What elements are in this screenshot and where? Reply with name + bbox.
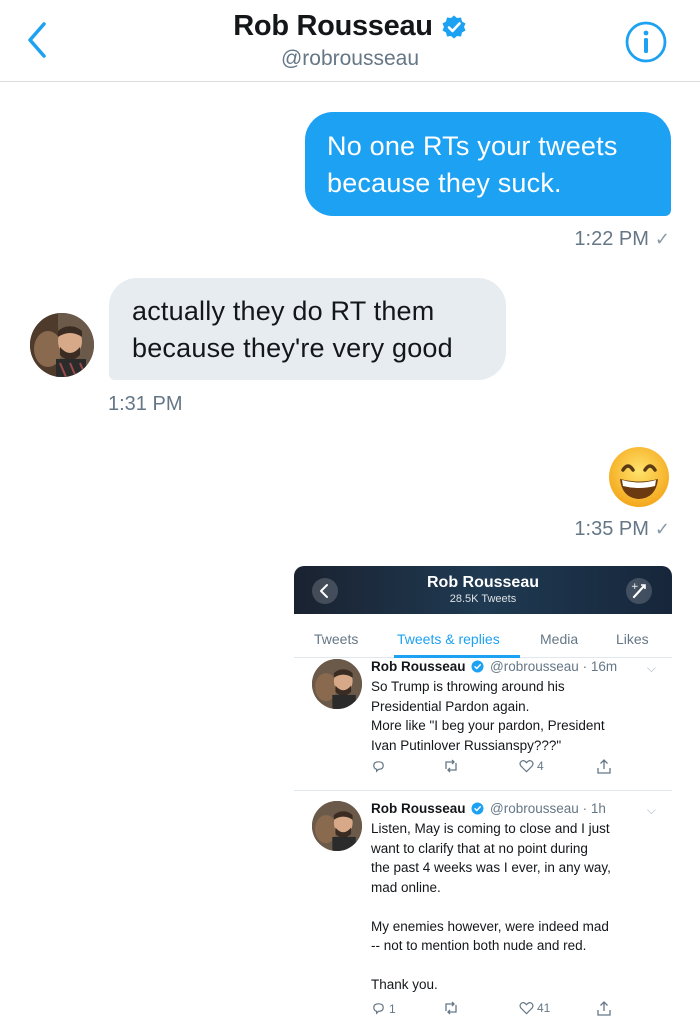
incoming-message-bubble[interactable]: actually they do RT them because they're… xyxy=(109,278,506,380)
tweet-text-line: Ivan Putinlover Russianspy???" xyxy=(371,737,562,753)
like-count: 4 xyxy=(537,759,544,773)
profile-header: Rob Rousseau 28.5K Tweets + xyxy=(294,566,672,614)
message-timestamp: 1:31 PM xyxy=(108,393,183,415)
tweet-divider xyxy=(294,790,672,791)
tweet-age: 1h xyxy=(590,801,606,816)
share-icon xyxy=(597,1001,611,1016)
tweet-text: So Trump is throwing around his Presiden… xyxy=(371,677,661,755)
retweet-action xyxy=(443,759,462,773)
tweet-text-line: mad online. xyxy=(371,879,441,895)
timestamp-text: 1:22 PM xyxy=(574,228,649,250)
verified-badge-icon xyxy=(471,660,484,673)
info-icon xyxy=(625,21,667,63)
tweet-text-line: -- not to mention both nude and red. xyxy=(371,938,587,953)
tweet-actions: 1 41 xyxy=(371,1001,631,1021)
tweet-text-line xyxy=(371,897,661,917)
tweet-text-line: My enemies however, were indeed mad xyxy=(371,918,609,934)
tweet-author-handle: @robrousseau xyxy=(490,801,579,816)
tweet-header: Rob Rousseau @robrousseau · 16m xyxy=(371,659,618,674)
verified-badge-icon xyxy=(471,802,484,815)
like-count: 41 xyxy=(537,1001,551,1015)
timestamp-text: 1:35 PM xyxy=(574,518,649,540)
verified-badge-icon xyxy=(442,15,466,38)
tweet-header: Rob Rousseau @robrousseau · 1h xyxy=(371,801,606,816)
tweet-author-name: Rob Rousseau xyxy=(371,801,466,816)
grinning-face-icon xyxy=(609,447,669,507)
reply-action xyxy=(371,759,389,774)
tweet-text-line: Listen, May is coming to close and I jus… xyxy=(371,821,610,836)
message-text-line: No one RTs your tweets xyxy=(327,131,618,161)
retweet-icon xyxy=(445,1001,457,1015)
compose-tweet-icon: + xyxy=(626,578,652,604)
chevron-down-icon: ⌵ xyxy=(646,661,656,675)
tweet-actions: 4 xyxy=(371,759,631,779)
like-action: 4 xyxy=(519,759,544,773)
tweet-text-line: Thank you. xyxy=(371,977,438,992)
tab-likes: Likes xyxy=(616,631,649,647)
contact-name: Rob Rousseau xyxy=(233,10,433,42)
tweet-text-line: want to clarify that at no point during xyxy=(371,840,588,856)
contact-handle: @robrousseau xyxy=(280,47,420,70)
info-button[interactable] xyxy=(624,20,668,64)
tweet-count: 28.5K Tweets xyxy=(449,593,517,605)
avatar-image xyxy=(30,313,94,377)
tweet-author-name: Rob Rousseau xyxy=(371,659,466,674)
message-text-line: actually they do RT them xyxy=(132,296,435,326)
reply-icon xyxy=(373,761,384,773)
tab-tweets: Tweets xyxy=(314,631,359,647)
contact-name-row: Rob Rousseau xyxy=(233,10,466,43)
shared-screenshot-image[interactable]: Rob Rousseau 28.5K Tweets + Tweets Tweet… xyxy=(294,566,672,1024)
tweet-text-line: So Trump is throwing around his xyxy=(371,679,565,694)
sent-check-icon: ✓ xyxy=(654,229,670,249)
message-timestamp: 1:22 PM ✓ xyxy=(574,228,670,251)
title-block[interactable]: Rob Rousseau @robrousseau xyxy=(0,10,700,71)
retweet-action xyxy=(443,1001,462,1015)
tab-media: Media xyxy=(540,631,579,647)
tweet-text: Listen, May is coming to close and I jus… xyxy=(371,819,661,995)
message-text-line: because they suck. xyxy=(327,168,562,198)
heart-icon xyxy=(519,1002,534,1015)
sent-check-icon: ✓ xyxy=(654,519,670,539)
chevron-down-icon: ⌵ xyxy=(646,803,656,817)
tweet-avatar xyxy=(312,801,362,851)
profile-name: Rob Rousseau xyxy=(426,574,539,591)
tweet-text-line: Presidential Pardon again. xyxy=(371,698,530,714)
tweet-text-line xyxy=(371,956,661,976)
heart-icon xyxy=(519,760,534,773)
grinning-face-emoji[interactable] xyxy=(608,446,670,508)
tweet-age: 16m xyxy=(590,659,618,674)
tweet-author-handle: @robrousseau xyxy=(490,659,579,674)
active-tab-indicator xyxy=(394,655,520,658)
svg-text:+: + xyxy=(631,582,639,592)
reply-count: 1 xyxy=(389,1001,396,1016)
like-action: 41 xyxy=(519,1001,550,1015)
contact-avatar[interactable] xyxy=(30,313,94,377)
message-timestamp: 1:35 PM ✓ xyxy=(574,518,670,541)
share-icon xyxy=(597,759,611,774)
profile-tabs: Tweets Tweets & replies Media Likes xyxy=(294,622,672,658)
message-text-line: because they're very good xyxy=(132,333,453,363)
retweet-icon xyxy=(445,759,457,773)
outgoing-message-bubble[interactable]: No one RTs your tweets because they suck… xyxy=(305,112,671,216)
share-action xyxy=(597,1001,611,1016)
conversation-header: Rob Rousseau @robrousseau xyxy=(0,0,700,82)
tweet-text-line: More like "I beg your pardon, President xyxy=(371,718,605,733)
reply-icon xyxy=(373,1003,384,1015)
reply-action: 1 xyxy=(371,1001,396,1016)
tab-tweets-and-replies: Tweets & replies xyxy=(397,631,500,647)
tweet-text-line: the past 4 weeks was I ever, in any way, xyxy=(371,860,611,875)
share-action xyxy=(597,759,611,774)
tweet-avatar xyxy=(312,659,362,709)
